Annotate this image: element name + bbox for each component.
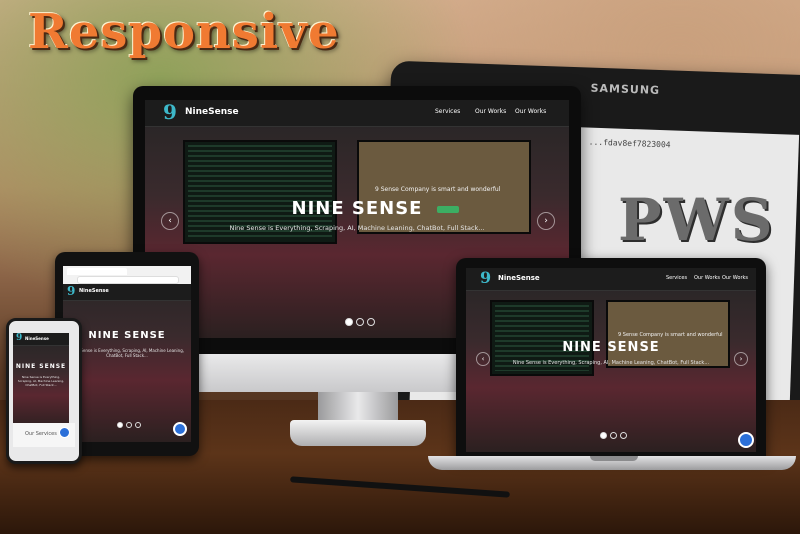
laptop-screen: 9 NineSense Services Our Works Our Works… xyxy=(466,268,756,452)
phone-navbar: 9 NineSense xyxy=(13,333,69,346)
laptop-navbar: 9 NineSense Services Our Works Our Works xyxy=(466,268,756,291)
nav-our-works[interactable]: Our Works xyxy=(694,275,720,281)
laptop-notch xyxy=(590,456,638,461)
brand-name[interactable]: NineSense xyxy=(185,107,239,117)
carousel-dot[interactable] xyxy=(620,432,627,439)
tablet-browser-bar xyxy=(63,266,191,285)
carousel-dot[interactable] xyxy=(135,422,141,428)
hero-subtitle: Nine Sense is Everything, Scraping, AI, … xyxy=(69,348,185,358)
hero-title: NINE SENSE xyxy=(562,340,660,355)
background-tablet-brand: SAMSUNG xyxy=(590,81,661,98)
browser-tab[interactable] xyxy=(67,268,127,275)
hero-title: NINE SENSE xyxy=(88,330,166,341)
brand-name[interactable]: NineSense xyxy=(79,288,109,294)
tablet-navbar: 9 NineSense xyxy=(63,284,191,301)
carousel-next-button[interactable]: › xyxy=(734,352,748,366)
carousel-dot[interactable] xyxy=(367,318,375,326)
hero-tag: 9 Sense Company is smart and wonderful xyxy=(375,186,501,193)
smartphone: 9 NineSense NINE SENSE Nine Sense is Eve… xyxy=(6,318,82,464)
logo-icon[interactable]: 9 xyxy=(67,284,75,298)
carousel-prev-button[interactable]: ‹ xyxy=(161,212,179,230)
nav-our-works[interactable]: Our Works xyxy=(475,108,506,115)
tablet-screen: 9 NineSense NINE SENSE Nine Sense is Eve… xyxy=(63,266,191,442)
hero-title: NINE SENSE xyxy=(291,198,423,219)
hero-title: NINE SENSE xyxy=(15,363,67,370)
chat-button[interactable] xyxy=(59,427,70,438)
nav-our-works-2[interactable]: Our Works xyxy=(515,108,546,115)
carousel-prev-button[interactable]: ‹ xyxy=(476,352,490,366)
monitor-stand-base xyxy=(290,420,426,446)
headline: Responsive xyxy=(28,4,340,60)
carousel-dot[interactable] xyxy=(126,422,132,428)
carousel-next-button[interactable]: › xyxy=(537,212,555,230)
carousel-dots xyxy=(117,422,141,428)
nav-our-works-2[interactable]: Our Works xyxy=(722,275,748,281)
carousel-dot[interactable] xyxy=(356,318,364,326)
phone-screen: 9 NineSense NINE SENSE Nine Sense is Eve… xyxy=(13,333,69,429)
carousel-dot[interactable] xyxy=(600,432,607,439)
logo-icon[interactable]: 9 xyxy=(16,333,22,343)
logo-icon[interactable]: 9 xyxy=(163,100,177,124)
carousel-dots xyxy=(600,432,627,439)
monitor-stand-neck xyxy=(318,392,398,422)
nav-services[interactable]: Services xyxy=(666,275,687,281)
chat-button[interactable] xyxy=(173,422,187,436)
chat-button[interactable] xyxy=(738,432,754,448)
monitor-navbar: 9 NineSense Services Our Works Our Works xyxy=(145,100,569,127)
browser-address-bar[interactable] xyxy=(77,276,179,284)
laptop: 9 NineSense Services Our Works Our Works… xyxy=(456,258,766,458)
carousel-dot[interactable] xyxy=(610,432,617,439)
carousel-dot[interactable] xyxy=(345,318,353,326)
hero-tag: 9 Sense Company is smart and wonderful xyxy=(618,332,723,338)
phone-services-section: Our Services xyxy=(13,423,75,447)
hero-subtitle: Nine Sense is Everything, Scraping, AI, … xyxy=(229,224,485,232)
hero-subtitle: Nine Sense is Everything, Scraping, AI, … xyxy=(17,375,65,387)
brand-name[interactable]: NineSense xyxy=(498,274,540,282)
carousel-dot[interactable] xyxy=(117,422,123,428)
brand-name[interactable]: NineSense xyxy=(25,336,49,341)
logo-icon[interactable]: 9 xyxy=(480,268,491,287)
pws-badge: PWS xyxy=(618,186,775,254)
phone-footer-label: Our Services xyxy=(25,431,57,437)
nav-services[interactable]: Services xyxy=(435,108,460,115)
hero-subtitle: Nine Sense is Everything, Scraping, AI, … xyxy=(512,360,710,366)
carousel-dots xyxy=(345,318,375,326)
